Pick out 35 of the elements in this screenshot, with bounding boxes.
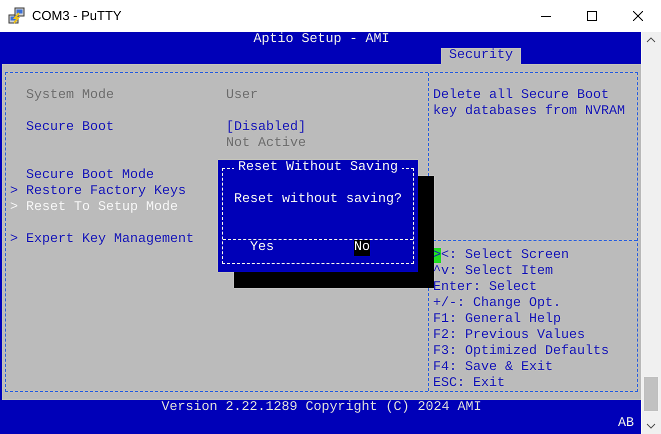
key-hint: F4: Save & Exit [433, 360, 553, 376]
submenu-item[interactable]: Expert Key Management [26, 232, 194, 248]
setup-title: Aptio Setup - AMI [254, 32, 390, 48]
scroll-thumb[interactable] [644, 377, 658, 411]
key-hint: Enter: Select [433, 280, 537, 296]
status-indicator: AB [618, 416, 634, 432]
key-hint: F1: General Help [433, 312, 561, 328]
setting-value: User [226, 88, 258, 104]
submenu-marker: > [10, 184, 19, 200]
window-title: COM3 - PuTTY [32, 7, 122, 26]
key-hint: +/-: Change Opt. [433, 296, 561, 312]
setting-value[interactable]: [Disabled] [226, 120, 306, 136]
submenu-marker: > [10, 200, 19, 216]
app-icon [8, 7, 26, 25]
dialog-button[interactable]: Yes [250, 240, 274, 256]
status-value: Not Active [226, 136, 306, 152]
key-hint: ESC: Exit [433, 376, 505, 392]
dialog-button[interactable]: No [354, 240, 370, 256]
submenu-marker: > [10, 232, 19, 248]
tab[interactable]: Security [441, 48, 521, 64]
help-text: key databases from NVRAM [433, 104, 625, 120]
help-text: Delete all Secure Boot [433, 88, 609, 104]
key-hint: ^v: Select Item [433, 264, 553, 280]
submenu-item[interactable]: Restore Factory Keys [26, 184, 186, 200]
version-text: Version 2.22.1289 Copyright (C) 2024 AMI [162, 400, 482, 416]
key-hint: F3: Optimized Defaults [433, 344, 609, 360]
maximize-icon[interactable] [587, 11, 597, 21]
scroll-down-icon[interactable] [646, 423, 656, 429]
dialog-message: Reset without saving? [234, 192, 402, 208]
close-icon[interactable] [633, 11, 643, 21]
setting-label: System Mode [26, 88, 115, 104]
key-hint: F2: Previous Values [433, 328, 585, 344]
setting-label[interactable]: Secure Boot [26, 120, 226, 136]
dialog-title: Reset Without Saving [234, 160, 402, 176]
scroll-up-icon[interactable] [646, 37, 656, 43]
